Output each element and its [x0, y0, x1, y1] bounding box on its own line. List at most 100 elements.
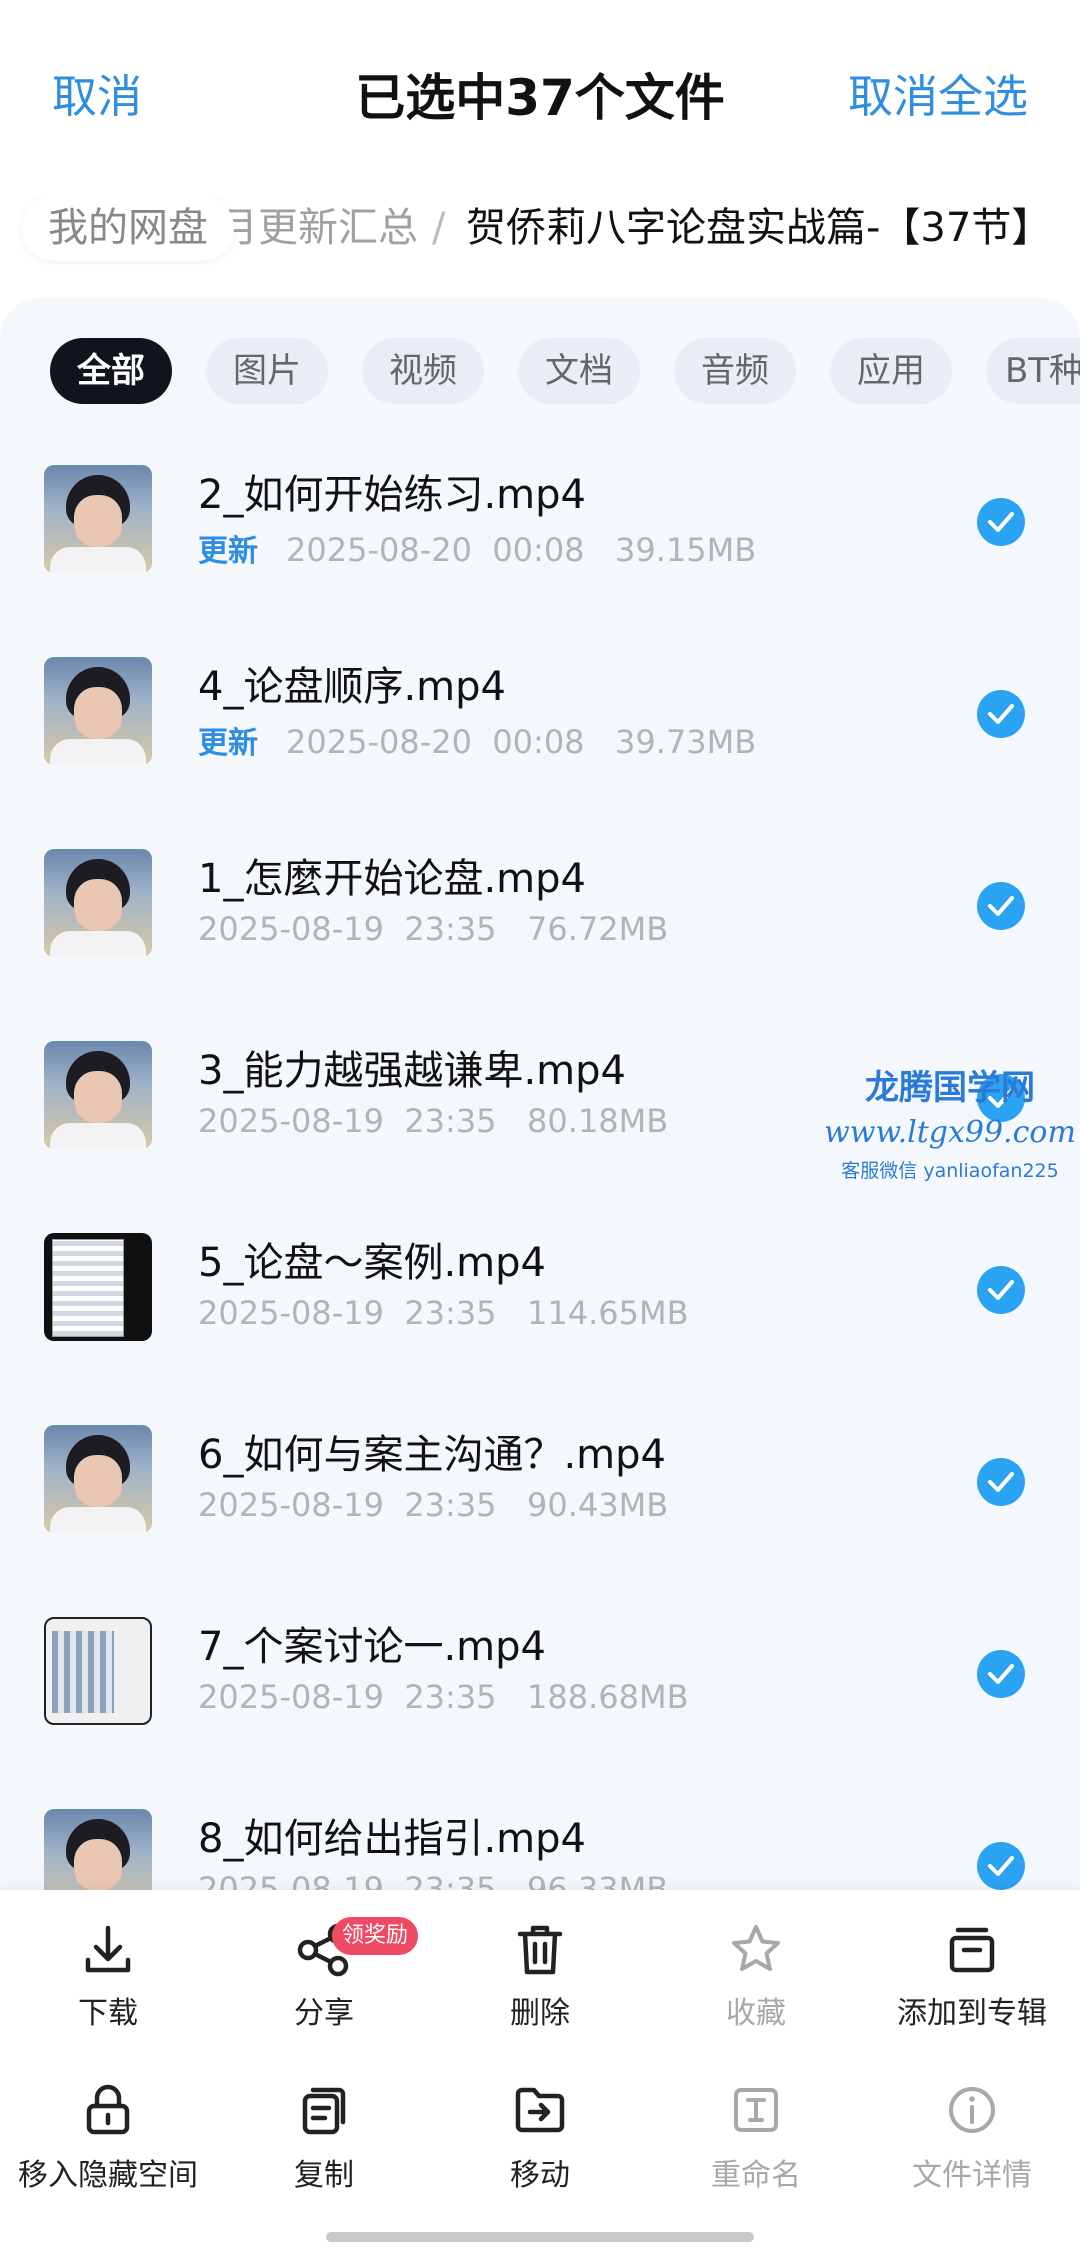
watermark-url: www.ltgx99.com — [824, 1115, 1076, 1150]
rename-button[interactable]: 重命名 — [648, 2050, 864, 2220]
file-date: 2025-08-19 — [198, 1678, 384, 1716]
deselect-all-button[interactable]: 取消全选 — [848, 60, 1028, 125]
share-button[interactable]: 分享 — [216, 1890, 432, 2050]
file-time: 23:35 — [404, 1294, 497, 1332]
trash-icon — [517, 1925, 563, 1975]
file-row[interactable]: 5_论盘～案例.mp4 2025-08-19 23:35 114.65MB — [0, 1196, 1080, 1388]
file-meta: 2025-08-19 23:35 114.65MB — [198, 1294, 689, 1332]
file-name: 7_个案讨论一.mp4 — [198, 1624, 546, 1670]
add-to-album-button[interactable]: 添加到专辑 — [864, 1890, 1080, 2050]
file-row[interactable]: 1_怎麼开始论盘.mp4 2025-08-19 23:35 76.72MB — [0, 812, 1080, 1004]
tab-videos[interactable]: 视频 — [362, 338, 484, 404]
update-badge: 更新 — [198, 726, 258, 761]
rename-icon — [734, 2088, 778, 2132]
file-date: 2025-08-19 — [198, 1486, 384, 1524]
home-indicator[interactable] — [326, 2232, 754, 2242]
file-name: 6_如何与案主沟通？.mp4 — [198, 1432, 666, 1478]
share-label: 分享 — [294, 1996, 354, 2031]
file-name: 8_如何给出指引.mp4 — [198, 1816, 586, 1862]
file-name: 1_怎麼开始论盘.mp4 — [198, 856, 586, 902]
selected-check-icon[interactable] — [977, 498, 1025, 546]
file-time: 23:35 — [404, 910, 497, 948]
video-thumbnail — [44, 465, 152, 573]
file-date: 2025-08-19 — [198, 1294, 384, 1332]
selected-check-icon[interactable] — [977, 882, 1025, 930]
info-icon — [949, 2087, 995, 2133]
file-size: 39.15MB — [615, 531, 757, 569]
file-size: 80.18MB — [527, 1102, 669, 1140]
selected-check-icon[interactable] — [977, 1266, 1025, 1314]
move-label: 移动 — [510, 2158, 570, 2193]
file-details-label: 文件详情 — [912, 2158, 1032, 2193]
move-to-hidden-label: 移入隐藏空间 — [18, 2158, 198, 2193]
tab-documents[interactable]: 文档 — [518, 338, 640, 404]
file-name: 2_如何开始练习.mp4 — [198, 472, 586, 518]
watermark: 龙腾国学网 www.ltgx99.com 客服微信 yanliaofan225 — [820, 1060, 1080, 1183]
download-icon — [85, 1925, 131, 1973]
lock-icon — [86, 2084, 130, 2135]
tab-images[interactable]: 图片 — [206, 338, 328, 404]
download-label: 下载 — [78, 1996, 138, 2031]
file-meta: 2025-08-19 23:35 96.33MB — [198, 1870, 668, 1890]
file-row[interactable]: 4_论盘顺序.mp4 更新 2025-08-20 00:08 39.73MB — [0, 620, 1080, 812]
file-time: 23:35 — [404, 1486, 497, 1524]
file-meta: 2025-08-19 23:35 188.68MB — [198, 1678, 689, 1716]
selected-check-icon[interactable] — [977, 1842, 1025, 1890]
star-icon — [732, 1925, 780, 1971]
video-thumbnail — [44, 1617, 152, 1725]
file-date: 2025-08-19 — [198, 1870, 384, 1890]
file-name: 3_能力越强越谦卑.mp4 — [198, 1048, 626, 1094]
file-size: 90.43MB — [527, 1486, 669, 1524]
file-row[interactable]: 6_如何与案主沟通？.mp4 2025-08-19 23:35 90.43MB — [0, 1388, 1080, 1580]
video-thumbnail — [44, 849, 152, 957]
copy-label: 复制 — [294, 2158, 354, 2193]
move-folder-icon — [515, 2087, 565, 2133]
file-time: 23:35 — [404, 1678, 497, 1716]
file-date: 2025-08-20 — [286, 531, 472, 569]
file-row[interactable]: 8_如何给出指引.mp4 2025-08-19 23:35 96.33MB — [0, 1772, 1080, 1890]
file-size: 76.72MB — [527, 910, 669, 948]
file-name: 5_论盘～案例.mp4 — [198, 1240, 546, 1286]
video-thumbnail — [44, 1233, 152, 1341]
video-thumbnail — [44, 1809, 152, 1890]
breadcrumb-current: 贺侨莉八字论盘实战篇-【37节】 — [466, 205, 1052, 251]
reward-badge[interactable]: 领奖励 — [332, 1917, 419, 1955]
breadcrumb-root[interactable]: 我的网盘 — [22, 195, 234, 261]
video-thumbnail — [44, 1041, 152, 1149]
delete-button[interactable]: 删除 — [432, 1890, 648, 2050]
album-icon — [949, 1927, 995, 1973]
file-date: 2025-08-19 — [198, 910, 384, 948]
file-size: 39.73MB — [615, 723, 757, 761]
favorite-label: 收藏 — [726, 1996, 786, 2031]
favorite-button[interactable]: 收藏 — [648, 1890, 864, 2050]
file-date: 2025-08-20 — [286, 723, 472, 761]
tab-all[interactable]: 全部 — [50, 338, 172, 404]
action-sheet: 领奖励 下载 分享 删除 收藏 添加到专辑 移入隐藏空间 复制 移动 重命名 文… — [0, 1890, 1080, 2258]
breadcrumb-separator: / — [432, 205, 446, 251]
selected-check-icon[interactable] — [977, 690, 1025, 738]
top-bar: 取消 已选中37个文件 取消全选 — [0, 0, 1080, 175]
file-size: 188.68MB — [527, 1678, 689, 1716]
breadcrumb-middle[interactable]: 月更新汇总 — [218, 195, 418, 261]
add-to-album-label: 添加到专辑 — [897, 1996, 1047, 2031]
file-time: 00:08 — [492, 723, 585, 761]
tab-apps[interactable]: 应用 — [830, 338, 952, 404]
move-to-hidden-button[interactable]: 移入隐藏空间 — [0, 2050, 216, 2220]
selected-check-icon[interactable] — [977, 1458, 1025, 1506]
file-row[interactable]: 7_个案讨论一.mp4 2025-08-19 23:35 188.68MB — [0, 1580, 1080, 1772]
move-button[interactable]: 移动 — [432, 2050, 648, 2220]
watermark-title: 龙腾国学网 — [865, 1068, 1035, 1108]
file-meta: 2025-08-19 23:35 90.43MB — [198, 1486, 668, 1524]
copy-button[interactable]: 复制 — [216, 2050, 432, 2220]
file-details-button[interactable]: 文件详情 — [864, 2050, 1080, 2220]
download-button[interactable]: 下载 — [0, 1890, 216, 2050]
tab-audio[interactable]: 音频 — [674, 338, 796, 404]
file-size: 114.65MB — [527, 1294, 689, 1332]
file-time: 00:08 — [492, 531, 585, 569]
file-row[interactable]: 2_如何开始练习.mp4 更新 2025-08-20 00:08 39.15MB — [0, 428, 1080, 620]
update-badge: 更新 — [198, 534, 258, 569]
file-time: 23:35 — [404, 1102, 497, 1140]
tab-bt[interactable]: BT种子 — [986, 338, 1080, 404]
watermark-contact: 客服微信 yanliaofan225 — [841, 1160, 1059, 1182]
selected-check-icon[interactable] — [977, 1650, 1025, 1698]
